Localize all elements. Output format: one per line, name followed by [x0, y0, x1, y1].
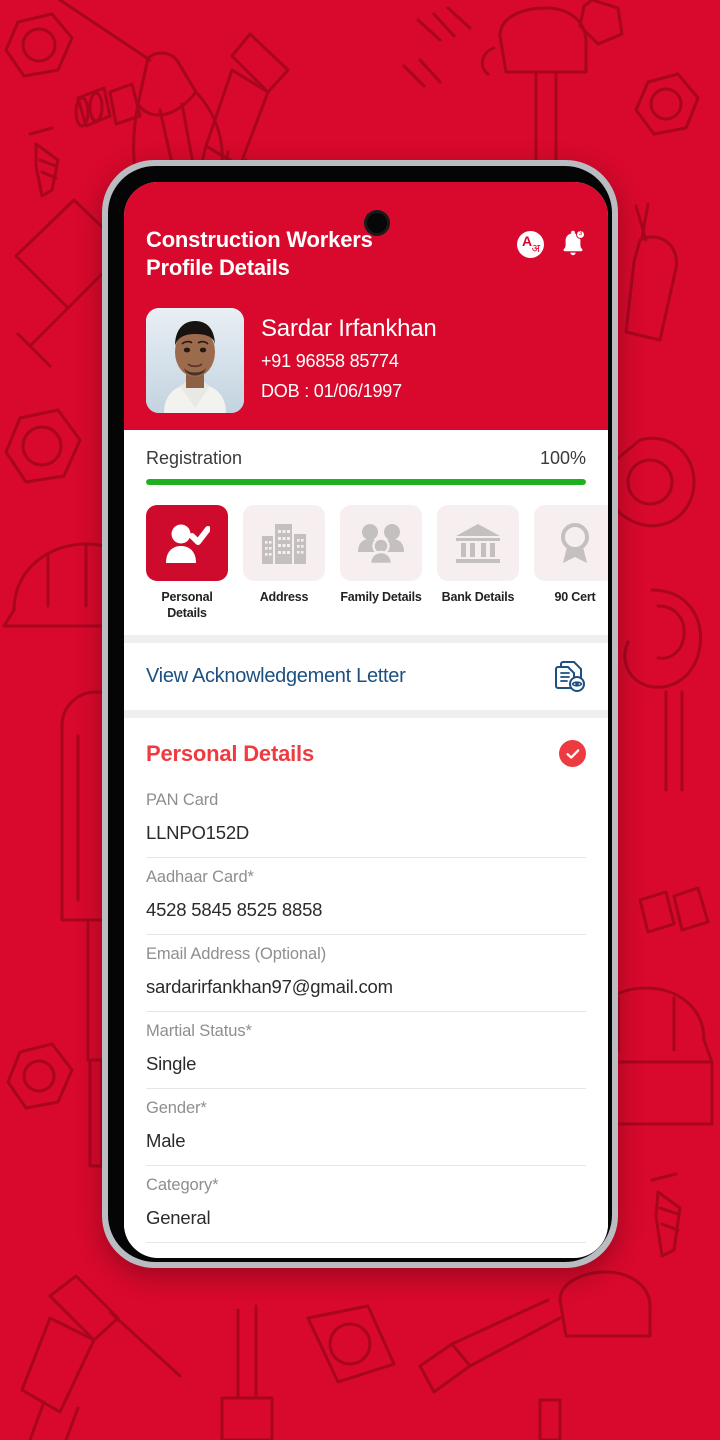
check-icon [565, 749, 579, 759]
field-label: Martial Status* [146, 1022, 252, 1041]
section-tab-strip[interactable]: Personal Details Address Family Details Ban… [124, 485, 608, 636]
field-label: Aadhaar Card* [146, 868, 254, 887]
profile-meta: Sardar Irfankhan +91 96858 85774 DOB : 0… [261, 315, 437, 407]
field-label: PAN Card [146, 791, 219, 810]
field-label: Gender* [146, 1099, 207, 1118]
field-value: General [146, 1207, 211, 1229]
header-top-row: Construction Workers Profile Details A अ… [146, 226, 586, 282]
tab-label: Bank Details [441, 590, 515, 604]
notification-button[interactable]: 3 [560, 230, 586, 258]
form-field[interactable]: Martial Status* Single [146, 1012, 586, 1090]
avatar[interactable] [146, 308, 244, 414]
tab-label: 90 Cert [554, 590, 596, 604]
phone-screen: Construction Workers Profile Details A अ… [124, 182, 608, 1258]
field-value: sardarirfankhan97@gmail.com [146, 976, 393, 998]
notification-badge: 3 [576, 230, 585, 239]
page-title-line2: Profile Details [146, 255, 290, 281]
field-label: Category* [146, 1176, 219, 1195]
building-icon [243, 505, 325, 581]
view-acknowledgement-letter-button[interactable]: View Acknowledgement Letter [124, 643, 608, 711]
field-value: 4528 5845 8525 8858 [146, 899, 323, 921]
check-circle-icon [559, 740, 586, 768]
page-title-line1: Construction Workers [146, 227, 373, 252]
family-group-icon [340, 505, 422, 581]
field-value: Male [146, 1130, 186, 1152]
section-divider [124, 635, 608, 644]
registration-row: Registration 100% [146, 448, 586, 469]
section-divider-2 [124, 710, 608, 719]
language-glyph-secondary: अ [531, 242, 540, 255]
field-label: Email Address (Optional) [146, 945, 327, 964]
form-field[interactable]: Gender* Male [146, 1089, 586, 1167]
language-glyph-primary: A [522, 232, 533, 249]
tab-family-details[interactable]: Family Details [340, 505, 422, 621]
tab-label: Personal Details [161, 590, 213, 620]
document-view-icon [555, 661, 585, 693]
tab-90-cert[interactable]: 90 Cert [534, 505, 608, 621]
profile-name: Sardar Irfankhan [261, 314, 437, 342]
field-value: Single [146, 1053, 197, 1075]
acknowledgement-label: View Acknowledgement Letter [146, 664, 406, 687]
front-camera-icon [364, 210, 390, 236]
personal-details-section: Personal Details PAN Card LLNPO152D Aadhaa… [124, 718, 608, 1244]
form-field[interactable]: Category* General [146, 1166, 586, 1244]
form-field[interactable]: Email Address (Optional) sardarirfankhan9… [146, 935, 586, 1013]
certificate-icon [534, 505, 608, 581]
user-photo-icon [146, 308, 244, 414]
tab-bank-details[interactable]: Bank Details [437, 505, 519, 621]
registration-label: Registration [146, 448, 243, 468]
phone-frame: Construction Workers Profile Details A अ… [102, 160, 618, 1268]
language-translate-icon[interactable]: A अ [517, 230, 544, 258]
page-title: Construction Workers Profile Details [146, 226, 373, 282]
tab-personal-details[interactable]: Personal Details [146, 505, 228, 621]
field-value: LLNPO152D [146, 822, 250, 844]
tab-label: Family Details [340, 590, 422, 604]
profile-dob: DOB : 01/06/1997 [261, 381, 402, 402]
personal-details-header: Personal Details [146, 718, 586, 781]
user-check-icon [146, 505, 228, 581]
registration-progress: Registration 100% [124, 430, 608, 485]
form-field[interactable]: Aadhaar Card* 4528 5845 8525 8858 [146, 858, 586, 936]
registration-percent: 100% [539, 448, 586, 468]
personal-details-fields: PAN Card LLNPO152D Aadhaar Card* 4528 5845 … [146, 781, 586, 1244]
profile-summary: Sardar Irfankhan +91 96858 85774 DOB : 0… [146, 308, 586, 414]
section-title: Personal Details [146, 740, 314, 766]
tab-address[interactable]: Address [243, 505, 325, 621]
form-field[interactable]: PAN Card LLNPO152D [146, 781, 586, 859]
phone-bezel: Construction Workers Profile Details A अ… [108, 166, 612, 1262]
field-underline [146, 1242, 586, 1244]
tab-label: Address [259, 590, 309, 604]
header-actions: A अ 3 [517, 230, 586, 258]
profile-phone: +91 96858 85774 [261, 350, 399, 371]
bank-icon [437, 505, 519, 581]
